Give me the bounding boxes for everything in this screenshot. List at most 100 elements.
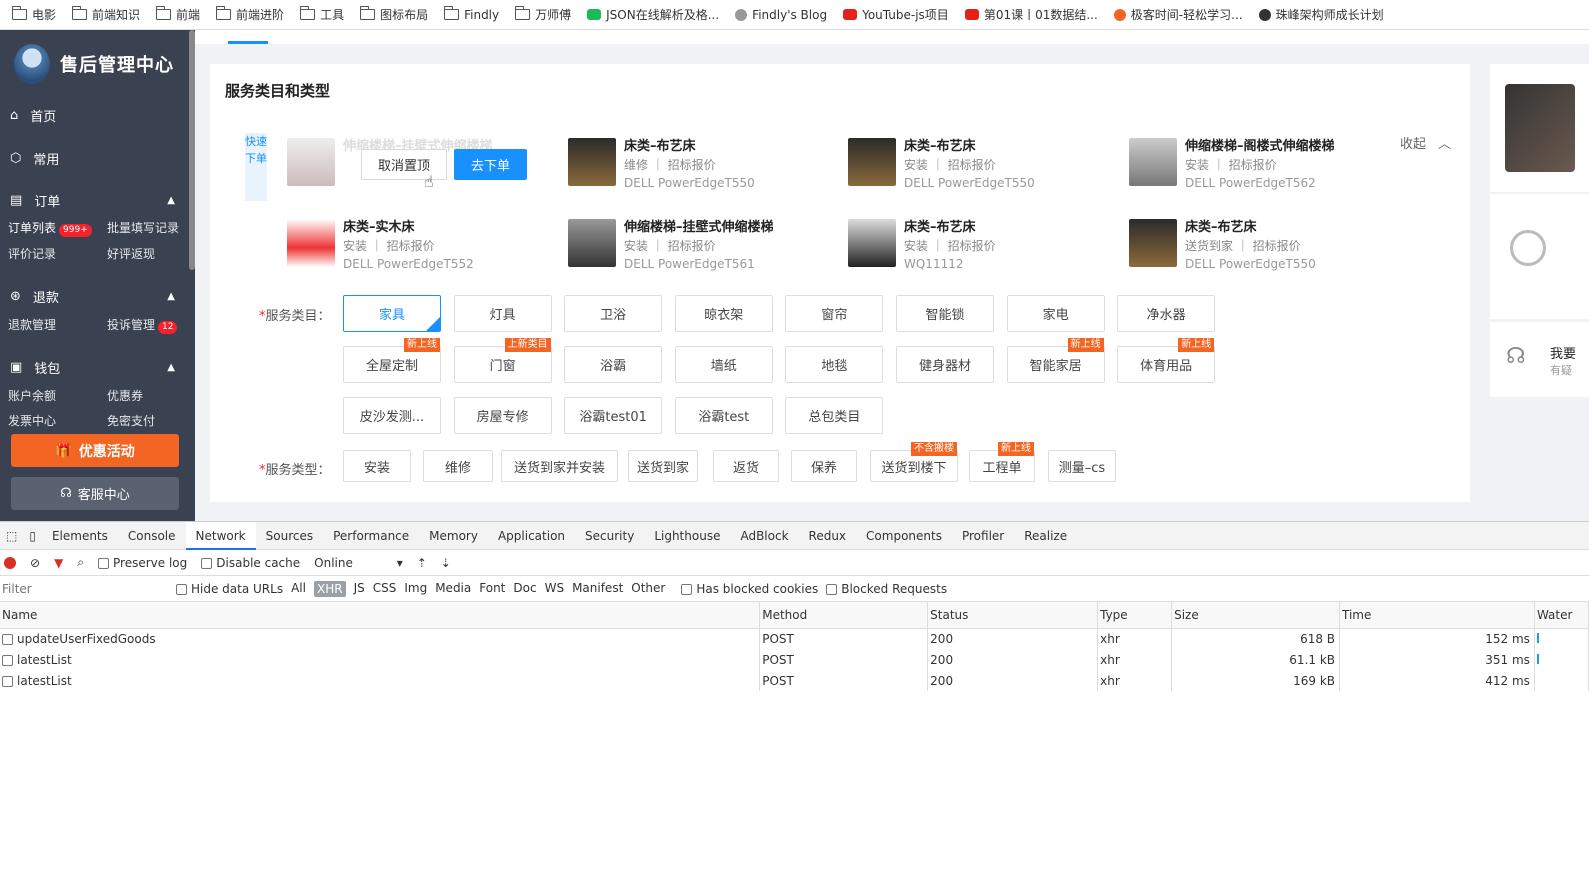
service-type-option[interactable]: 送货到家 <box>628 450 698 482</box>
bookmark-label[interactable]: 前端 <box>176 6 200 23</box>
right-panel-help[interactable]: ☊ 我要 有疑 <box>1490 322 1589 397</box>
go-order-button[interactable]: 去下单 <box>454 149 527 180</box>
category-option[interactable]: 灯具 <box>453 295 552 332</box>
preserve-log-checkbox[interactable]: Preserve log <box>98 556 187 570</box>
product-item[interactable]: 床类–布艺床 安装 ｜ 招标报价 DELL PowerEdgeT550 <box>848 138 1118 192</box>
upload-icon[interactable]: ⇡ <box>417 556 427 570</box>
resource-type-filter[interactable]: Media <box>435 581 471 597</box>
download-icon[interactable]: ⇣ <box>441 556 451 570</box>
product-item[interactable]: 床类–布艺床 安装 ｜ 招标报价 WQ11112 <box>848 219 1118 273</box>
nav-home[interactable]: ⌂ 首页 <box>0 104 195 126</box>
throttle-select[interactable]: Online ▾ <box>314 556 403 570</box>
sidebar-item-complaint[interactable]: 投诉管理 12 <box>107 316 178 334</box>
service-type-option[interactable]: 返货 <box>713 450 779 482</box>
bookmark-1[interactable]: 前端知识 <box>71 6 140 23</box>
category-option[interactable]: 浴霸test <box>674 397 773 434</box>
category-option[interactable]: 体育用品 新上线 <box>1117 338 1216 383</box>
bookmark-2[interactable]: 前端 <box>155 6 200 23</box>
bookmark-label[interactable]: 电影 <box>32 6 56 23</box>
devtools-tab[interactable]: Components <box>856 522 952 550</box>
category-option[interactable]: 皮沙发测... <box>343 397 441 434</box>
bookmark-12[interactable]: 极客时间-轻松学习... <box>1113 6 1243 23</box>
category-option[interactable]: 全屋定制 新上线 <box>343 338 441 383</box>
sidebar-item-balance[interactable]: 账户余额 <box>8 387 56 404</box>
resource-type-filter[interactable]: Manifest <box>572 581 623 597</box>
devtools-tab[interactable]: Sources <box>256 522 323 550</box>
promo-button[interactable]: 🎁 优惠活动 <box>11 434 179 467</box>
unpin-button[interactable]: 取消置顶 <box>361 149 447 180</box>
sidebar-item-reviews[interactable]: 评价记录 <box>8 245 56 262</box>
category-option[interactable]: 健身器材 <box>896 346 994 383</box>
bookmark-label[interactable]: 前端进阶 <box>236 6 284 23</box>
table-row[interactable]: latestList POST 200 xhr 61.1 kB 351 ms <box>0 649 1589 670</box>
devtools-tab[interactable]: AdBlock <box>730 522 798 550</box>
category-option[interactable]: 卫浴 <box>564 295 663 332</box>
bookmark-label[interactable]: 前端知识 <box>92 6 140 23</box>
sidebar-item-good-review[interactable]: 好评返现 <box>107 245 155 262</box>
category-option[interactable]: 浴霸 <box>564 346 663 383</box>
nav-common[interactable]: ⬡ 常用 <box>0 147 195 169</box>
device-toggle-icon[interactable]: ▯ <box>23 522 42 550</box>
bookmark-label[interactable]: 极客时间-轻松学习... <box>1131 6 1243 23</box>
sidebar-item-refund-mgmt[interactable]: 退款管理 <box>8 316 56 333</box>
bookmark-4[interactable]: 工具 <box>299 6 344 23</box>
bookmark-11[interactable]: 第01课丨01数据结... <box>964 6 1098 23</box>
bookmark-label[interactable]: JSON在线解析及格... <box>606 6 719 23</box>
devtools-tab[interactable]: Lighthouse <box>644 522 730 550</box>
bookmark-10[interactable]: YouTube-js项目 <box>843 6 949 23</box>
service-type-option[interactable]: 保养 <box>791 450 857 482</box>
service-type-option[interactable]: 送货到楼下 不含搬楼 <box>870 442 958 482</box>
column-header[interactable]: Method <box>759 602 929 629</box>
bookmark-3[interactable]: 前端进阶 <box>215 6 284 23</box>
devtools-tab[interactable]: Performance <box>323 522 419 550</box>
bookmark-label[interactable]: YouTube-js项目 <box>862 6 949 23</box>
bookmark-label[interactable]: 第01课丨01数据结... <box>984 6 1098 23</box>
service-type-option[interactable]: 安装 <box>343 450 411 482</box>
resource-type-filter[interactable]: JS <box>354 581 365 597</box>
resource-type-filter[interactable]: Doc <box>513 581 536 597</box>
filter-icon[interactable]: ▼ <box>54 556 63 570</box>
nav-orders[interactable]: ▤ 订单 ▲ <box>0 189 195 211</box>
category-option[interactable]: 智能家居 新上线 <box>1006 338 1105 383</box>
collapse-toggle[interactable]: 收起 ︿ <box>1400 133 1451 152</box>
bookmark-0[interactable]: 电影 <box>11 6 56 23</box>
service-type-option[interactable]: 维修 <box>423 450 493 482</box>
devtools-tab[interactable]: Network <box>185 521 256 550</box>
bookmark-label[interactable]: 工具 <box>320 6 344 23</box>
category-option[interactable]: 墙纸 <box>674 346 773 383</box>
product-item[interactable]: 床类–实木床 安装 ｜ 招标报价 DELL PowerEdgeT552 <box>287 219 557 273</box>
devtools-tab[interactable]: Profiler <box>952 522 1014 550</box>
category-option[interactable]: 总包类目 <box>785 397 884 434</box>
record-icon[interactable] <box>4 556 16 569</box>
bookmark-8[interactable]: JSON在线解析及格... <box>587 6 719 23</box>
resource-type-filter[interactable]: All <box>291 581 306 597</box>
devtools-tab[interactable]: Redux <box>799 522 857 550</box>
resource-type-filter[interactable]: Font <box>479 581 505 597</box>
sidebar-item-order-list[interactable]: 订单列表 999+ <box>8 219 92 237</box>
customer-service-button[interactable]: ☊ 客服中心 <box>11 477 179 510</box>
product-item[interactable]: 床类–布艺床 维修 ｜ 招标报价 DELL PowerEdgeT550 <box>568 138 838 192</box>
sidebar-item-coupon[interactable]: 优惠券 <box>107 387 143 404</box>
product-item[interactable]: 伸缩楼梯–阁楼式伸缩楼梯 安装 ｜ 招标报价 DELL PowerEdgeT562 <box>1129 138 1399 192</box>
category-option[interactable]: 净水器 <box>1117 295 1216 332</box>
nav-wallet[interactable]: ▣ 钱包 ▲ <box>0 356 195 378</box>
devtools-tab[interactable]: Realize <box>1014 522 1077 550</box>
column-header[interactable]: Type <box>1097 602 1173 629</box>
column-header[interactable]: Time <box>1339 602 1535 629</box>
column-header[interactable]: Water <box>1534 602 1589 629</box>
filter-input[interactable] <box>0 581 160 596</box>
bookmark-label[interactable]: 图标布局 <box>380 6 428 23</box>
resource-type-filter[interactable]: Img <box>404 581 427 597</box>
devtools-tab[interactable]: Application <box>488 522 575 550</box>
bookmark-9[interactable]: Findly's Blog <box>735 8 827 22</box>
sidebar-item-batch-fill[interactable]: 批量填写记录 <box>107 219 179 236</box>
bookmark-6[interactable]: Findly <box>443 6 499 22</box>
blocked-cookies-checkbox[interactable]: Has blocked cookies <box>681 582 818 596</box>
resource-type-filter[interactable]: XHR <box>313 580 346 597</box>
bookmark-13[interactable]: 珠峰架构师成长计划 <box>1258 6 1384 23</box>
bookmark-label[interactable]: 珠峰架构师成长计划 <box>1276 6 1384 23</box>
product-item[interactable]: 床类–布艺床 送货到家 ｜ 招标报价 DELL PowerEdgeT550 <box>1129 219 1399 273</box>
sidebar-item-free-pay[interactable]: 免密支付 <box>107 412 155 429</box>
devtools-tab[interactable]: Memory <box>419 522 488 550</box>
table-row[interactable]: updateUserFixedGoods POST 200 xhr 618 B 152 m… <box>0 628 1589 649</box>
